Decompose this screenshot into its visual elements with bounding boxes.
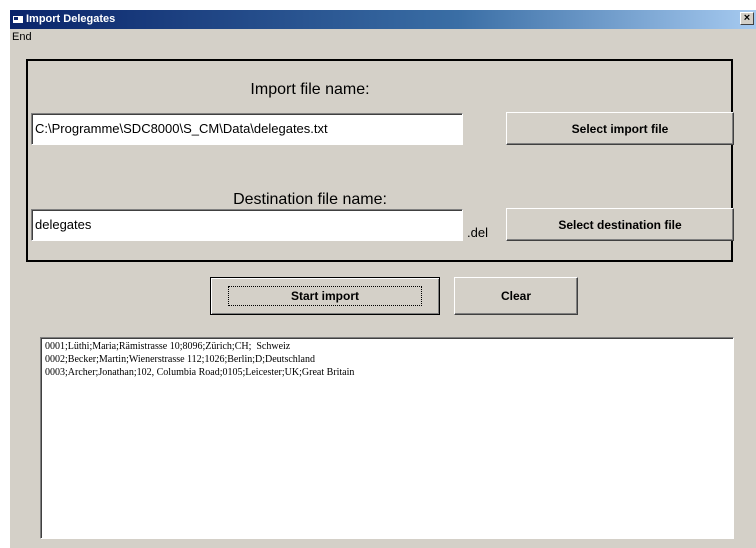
log-line: 0002;Becker;Martin;Wienerstrasse 112;102… [45,354,315,365]
menu-bar: End [10,29,756,46]
destination-extension: .del [467,225,488,240]
log-line: 0001;Lüthi;Maria;Rämistrasse 10;8096;Zür… [45,341,291,352]
close-icon[interactable]: × [740,12,754,25]
select-destination-file-button[interactable]: Select destination file [506,208,734,241]
import-delegates-window: Import Delegates × End Import file name:… [10,10,756,548]
destination-file-field[interactable]: delegates [31,209,463,241]
app-icon [13,16,23,23]
log-line: 0003;Archer;Jonathan;102, Columbia Road;… [45,367,355,378]
import-file-label: Import file name: [250,81,370,98]
menu-item-end[interactable]: End [10,29,34,46]
destination-file-label: Destination file name: [233,191,387,208]
start-import-button[interactable]: Start import [210,277,440,315]
import-file-field[interactable]: C:\Programme\SDC8000\S_CM\Data\delegates… [31,113,463,145]
title-bar[interactable]: Import Delegates × [10,10,756,29]
start-import-label: Start import [227,286,422,306]
select-import-file-button[interactable]: Select import file [506,112,734,145]
clear-button[interactable]: Clear [454,277,578,315]
window-title: Import Delegates [26,13,116,25]
import-log[interactable]: 0001;Lüthi;Maria;Rämistrasse 10;8096;Zür… [40,337,734,539]
